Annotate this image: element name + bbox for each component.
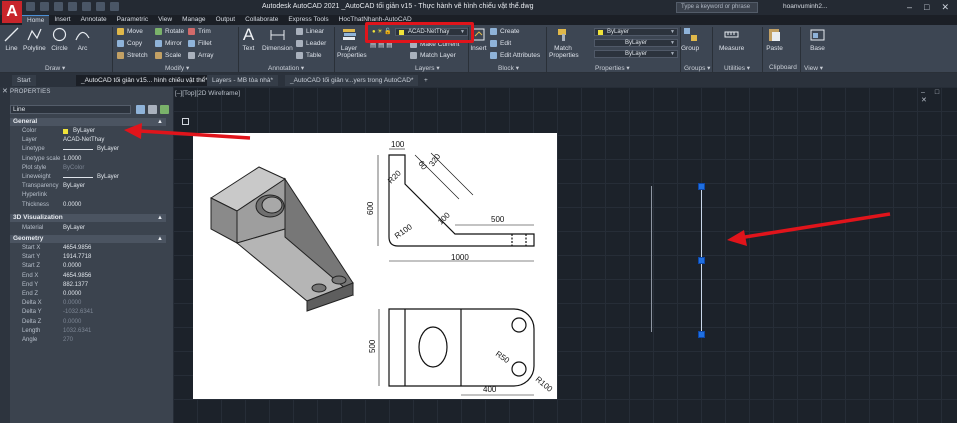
arrow-to-selected-line bbox=[727, 212, 891, 246]
annotation-arrows bbox=[124, 123, 891, 246]
arrow-to-color-property bbox=[124, 123, 251, 140]
app-menu-button[interactable]: A bbox=[2, 1, 22, 23]
